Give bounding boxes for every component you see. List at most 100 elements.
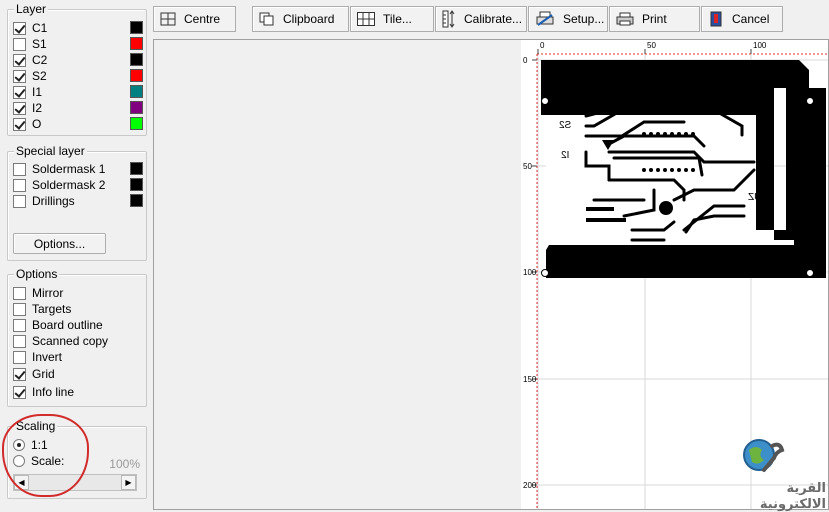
grid-checkbox[interactable] <box>13 367 26 381</box>
tile-grid-icon <box>357 12 375 26</box>
layer-o-checkbox[interactable] <box>13 117 26 131</box>
layer-o-row[interactable]: O <box>13 116 143 132</box>
crosshair-icon <box>160 12 176 26</box>
drillings-label: Drillings <box>32 194 75 208</box>
watermark-text: القرية الالكترونية <box>759 480 826 511</box>
soldermask-2-color-swatch[interactable] <box>130 178 143 191</box>
board-outline-row[interactable]: Board outline <box>13 317 103 333</box>
options-group-title: Options <box>14 267 60 281</box>
ruler-top-0: 0 <box>540 41 545 50</box>
tile-button[interactable]: Tile... <box>350 6 434 32</box>
soldermask-1-color-swatch[interactable] <box>130 162 143 175</box>
layer-c2-color-swatch[interactable] <box>130 53 143 66</box>
layer-options-button[interactable]: Options... <box>13 233 106 254</box>
watermark-logo: القرية الالكترونية <box>714 436 826 511</box>
grid-row[interactable]: Grid <box>13 366 55 382</box>
targets-checkbox[interactable] <box>13 302 26 316</box>
info-line-checkbox[interactable] <box>13 385 26 399</box>
mirror-row[interactable]: Mirror <box>13 285 63 301</box>
layer-c1-checkbox[interactable] <box>13 21 26 35</box>
ruler-top-100: 100 <box>753 41 767 50</box>
board-label-s2: S2 <box>559 120 572 131</box>
setup-label: Setup... <box>563 12 605 26</box>
scanned-copy-row[interactable]: Scanned copy <box>13 333 108 349</box>
layer-s1-checkbox[interactable] <box>13 37 26 51</box>
board-label-s1: S1 <box>560 94 573 105</box>
layer-c1-row[interactable]: C1 <box>13 20 143 36</box>
layer-c2-label: C2 <box>32 53 48 67</box>
layer-s2-checkbox[interactable] <box>13 69 26 83</box>
layer-i1-color-swatch[interactable] <box>130 85 143 98</box>
layer-c2-row[interactable]: C2 <box>13 52 143 68</box>
layer-s1-label: S1 <box>32 37 47 51</box>
tile-label: Tile... <box>383 12 412 26</box>
layer-c1-label: C1 <box>32 21 48 35</box>
layer-s1-color-swatch[interactable] <box>130 37 143 50</box>
cancel-label: Cancel <box>732 12 770 26</box>
clipboard-label: Clipboard <box>283 12 335 26</box>
ruler-top-50: 50 <box>647 41 656 50</box>
layer-c1-color-swatch[interactable] <box>130 21 143 34</box>
printer-setup-icon <box>536 11 554 26</box>
ruler-left-100: 100 <box>523 268 537 277</box>
layer-s2-color-swatch[interactable] <box>130 69 143 82</box>
ruler-left-0: 0 <box>523 56 528 65</box>
layer-s2-row[interactable]: S2 <box>13 68 143 84</box>
board-label-buz: BUZ <box>748 192 768 203</box>
targets-row[interactable]: Targets <box>13 301 71 317</box>
drillings-color-swatch[interactable] <box>130 194 143 207</box>
layer-i2-color-swatch[interactable] <box>130 101 143 114</box>
cancel-door-icon <box>710 11 722 27</box>
layer-o-color-swatch[interactable] <box>130 117 143 130</box>
info-line-label: Info line <box>32 385 75 399</box>
scanned-copy-checkbox[interactable] <box>13 334 26 348</box>
print-button[interactable]: Print <box>609 6 700 32</box>
layer-s2-label: S2 <box>32 69 47 83</box>
layer-group-title: Layer <box>14 2 49 16</box>
layer-i1-row[interactable]: I1 <box>13 84 143 100</box>
scroll-right-arrow-icon[interactable]: ▶ <box>121 475 136 490</box>
drillings-row[interactable]: Drillings <box>13 193 143 209</box>
drillings-checkbox[interactable] <box>13 194 26 208</box>
layer-c2-checkbox[interactable] <box>13 53 26 67</box>
scale-value: 100% <box>109 457 140 471</box>
globe-wrench-logo-icon <box>743 439 785 472</box>
print-label: Print <box>642 12 667 26</box>
scanned-copy-label: Scanned copy <box>32 334 109 348</box>
calibrate-button[interactable]: Calibrate... <box>435 6 527 32</box>
layer-s1-row[interactable]: S1 <box>13 36 143 52</box>
board-outline-label: Board outline <box>32 318 103 332</box>
board-label-i2: I2 <box>561 150 570 161</box>
invert-checkbox[interactable] <box>13 350 26 364</box>
clipboard-button[interactable]: Clipboard <box>252 6 349 32</box>
clipboard-icon <box>259 12 274 26</box>
info-line-row[interactable]: Info line <box>13 384 74 400</box>
ruler-left-200: 200 <box>523 481 537 490</box>
targets-label: Targets <box>32 302 72 316</box>
cancel-button[interactable]: Cancel <box>701 6 783 32</box>
soldermask-2-checkbox[interactable] <box>13 178 26 192</box>
special-layer-group-title: Special layer <box>14 144 87 158</box>
soldermask-2-row[interactable]: Soldermask 2 <box>13 177 143 193</box>
setup-button[interactable]: Setup... <box>528 6 608 32</box>
centre-button[interactable]: Centre <box>153 6 236 32</box>
centre-label: Centre <box>184 12 221 26</box>
toolbar: Centre Clipboard Tile... Calibrate... Se… <box>153 6 829 32</box>
board-outline-checkbox[interactable] <box>13 318 26 332</box>
invert-label: Invert <box>32 350 63 364</box>
layer-i2-row[interactable]: I2 <box>13 100 143 116</box>
layer-i1-label: I1 <box>32 85 43 99</box>
soldermask-2-label: Soldermask 2 <box>32 178 106 192</box>
mirror-checkbox[interactable] <box>13 286 26 300</box>
invert-row[interactable]: Invert <box>13 349 62 365</box>
layer-i1-checkbox[interactable] <box>13 85 26 99</box>
layer-i2-checkbox[interactable] <box>13 101 26 115</box>
soldermask-1-row[interactable]: Soldermask 1 <box>13 161 143 177</box>
ruler-left-150: 150 <box>523 375 537 384</box>
options-group: Options Mirror Targets Board outline Sca… <box>7 267 147 407</box>
calibrate-label: Calibrate... <box>464 12 523 26</box>
calibrate-ruler-icon <box>442 10 455 28</box>
layer-group: Layer C1 S1 C2 S2 I1 I2 O <box>7 2 147 136</box>
soldermask-1-checkbox[interactable] <box>13 162 26 176</box>
ruler-left-50: 50 <box>523 162 532 171</box>
